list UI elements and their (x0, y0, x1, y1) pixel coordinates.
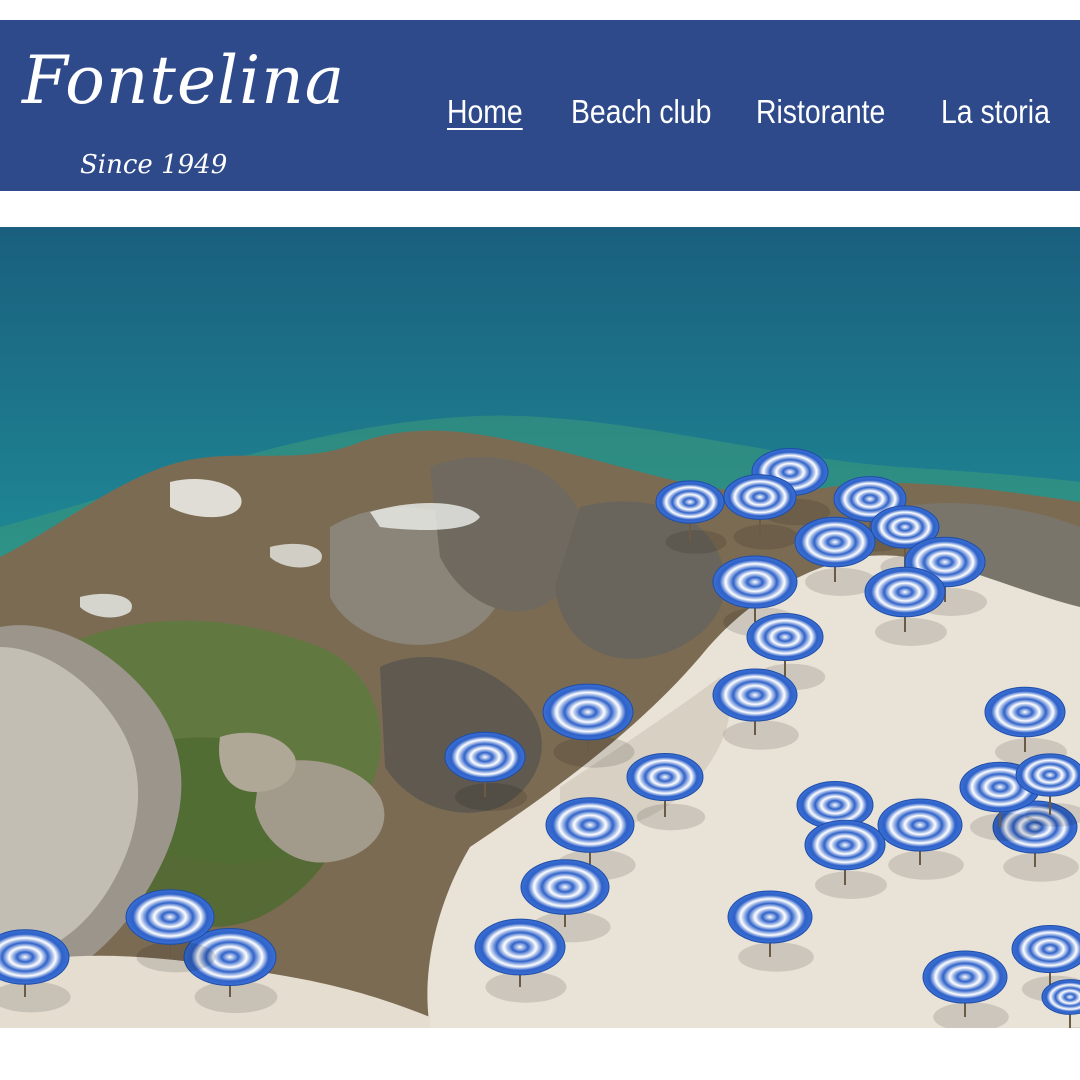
umbrella-icon (877, 798, 964, 880)
hero-image (0, 227, 1080, 1028)
main-nav: Home Beach club Ristorante La storia (0, 92, 1080, 142)
page: Fontelina Since 1949 Home Beach club Ris… (0, 0, 1080, 1080)
site-header: Fontelina Since 1949 Home Beach club Ris… (0, 20, 1080, 191)
beach-photo-icon (0, 227, 1080, 1028)
umbrella-icon (183, 927, 278, 1014)
umbrella-icon (804, 819, 887, 899)
nav-beach-club[interactable]: Beach club (571, 92, 711, 132)
umbrella-icon (794, 516, 877, 596)
logo-tagline: Since 1949 (80, 150, 228, 180)
umbrella-icon (542, 683, 635, 768)
umbrella-icon (444, 731, 527, 811)
nav-home[interactable]: Home (447, 92, 523, 132)
umbrella-icon (864, 566, 947, 646)
nav-la-storia[interactable]: La storia (941, 92, 1050, 132)
umbrella-icon (0, 929, 71, 1013)
umbrella-icon (626, 752, 706, 831)
umbrella-icon (727, 890, 814, 972)
nav-ristorante[interactable]: Ristorante (756, 92, 885, 132)
umbrella-icon (712, 668, 799, 750)
umbrella-icon (723, 474, 799, 550)
umbrella-icon (125, 889, 216, 973)
umbrella-icon (474, 918, 567, 1003)
umbrella-icon (922, 950, 1009, 1028)
